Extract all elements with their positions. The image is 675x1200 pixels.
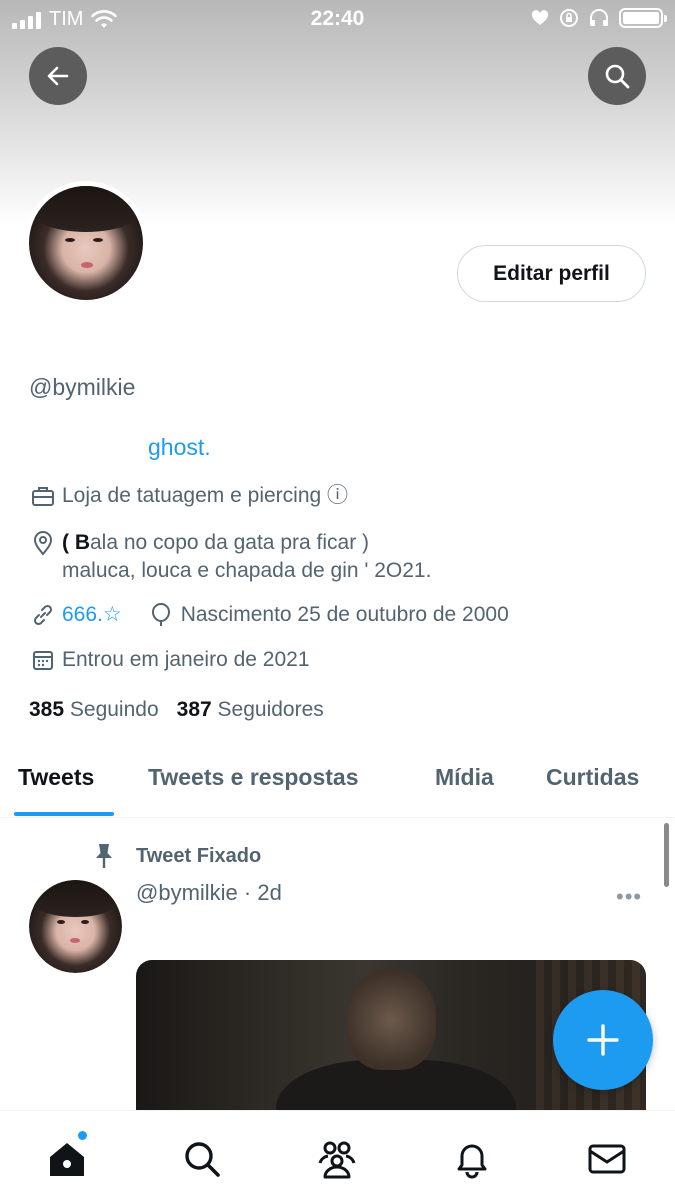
tab-tweets-replies[interactable]: Tweets e respostas — [148, 764, 359, 791]
location-pin-icon — [29, 529, 56, 557]
profile-tabs: Tweets Tweets e respostas Mídia Curtidas — [0, 748, 675, 818]
follow-stats: 385 Seguindo 387 Seguidores — [29, 698, 324, 722]
location-text-line2: maluca, louca e chapada de gin ' 2O21. — [62, 559, 432, 582]
headphones-icon — [590, 9, 608, 26]
active-tab-indicator — [14, 812, 114, 816]
rotation-lock-icon — [560, 9, 578, 27]
scrollbar[interactable] — [664, 823, 669, 887]
bell-icon — [457, 1144, 487, 1179]
nav-search[interactable] — [180, 1137, 224, 1181]
pin-icon — [96, 844, 112, 868]
home-icon — [50, 1143, 84, 1176]
location-row: ( Bala no copo da gata pra ficar ) maluc… — [29, 529, 431, 585]
edit-profile-button[interactable]: Editar perfil — [457, 245, 646, 302]
nav-home[interactable] — [45, 1137, 89, 1181]
tab-media[interactable]: Mídia — [435, 764, 494, 791]
category-label[interactable]: Loja de tatuagem e piercing ⓘ — [62, 482, 348, 510]
tab-tweets[interactable]: Tweets — [18, 764, 94, 791]
calendar-icon — [29, 646, 56, 674]
briefcase-icon — [29, 482, 56, 510]
profile-link[interactable]: 666.☆ — [62, 601, 122, 629]
category-row: Loja de tatuagem e piercing ⓘ — [29, 482, 348, 510]
heart-icon — [531, 10, 549, 25]
arrow-left-icon — [47, 66, 69, 86]
joined-date: Entrou em janeiro de 2021 — [62, 648, 310, 671]
search-button[interactable] — [588, 47, 646, 105]
battery-icon — [619, 8, 667, 28]
following-link[interactable]: 385 Seguindo — [29, 698, 159, 722]
compose-tweet-button[interactable] — [553, 990, 653, 1090]
followers-label: Seguidores — [217, 698, 324, 721]
nav-notifications[interactable] — [450, 1137, 494, 1181]
location-bold-text: ( B — [62, 531, 90, 554]
search-icon — [605, 64, 630, 89]
notification-dot — [78, 1131, 87, 1140]
profile-avatar[interactable] — [24, 181, 148, 305]
nav-messages[interactable] — [585, 1137, 629, 1181]
followers-count: 387 — [176, 698, 212, 721]
tweet-avatar[interactable] — [29, 880, 122, 973]
profile-handle: @bymilkie — [29, 374, 136, 400]
bottom-nav — [0, 1110, 675, 1200]
location-text-line1: ala no copo da gata pra ficar ) — [90, 531, 370, 554]
status-bar: TIM 22:40 — [0, 0, 675, 38]
plus-icon — [587, 1024, 619, 1056]
following-label: Seguindo — [69, 698, 159, 721]
birth-date: Nascimento 25 de outubro de 2000 — [180, 603, 509, 626]
bio-text: ghost. — [148, 434, 211, 460]
following-count: 385 — [29, 698, 65, 721]
nav-communities[interactable] — [315, 1137, 359, 1181]
tweet-meta[interactable]: @bymilkie · 2d — [136, 880, 282, 906]
search-icon — [185, 1142, 220, 1177]
mail-icon — [588, 1144, 626, 1174]
balloon-icon — [148, 601, 175, 629]
link-icon — [29, 601, 56, 629]
followers-link[interactable]: 387 Seguidores — [177, 698, 324, 722]
tab-likes[interactable]: Curtidas — [546, 764, 639, 791]
communities-icon — [318, 1141, 356, 1179]
joined-row: Entrou em janeiro de 2021 — [29, 646, 310, 674]
more-options-icon[interactable]: ••• — [616, 884, 642, 910]
link-birth-row: 666.☆ Nascimento 25 de outubro de 2000 — [29, 601, 509, 629]
pinned-tweet-label: Tweet Fixado — [92, 842, 261, 870]
back-button[interactable] — [29, 47, 87, 105]
